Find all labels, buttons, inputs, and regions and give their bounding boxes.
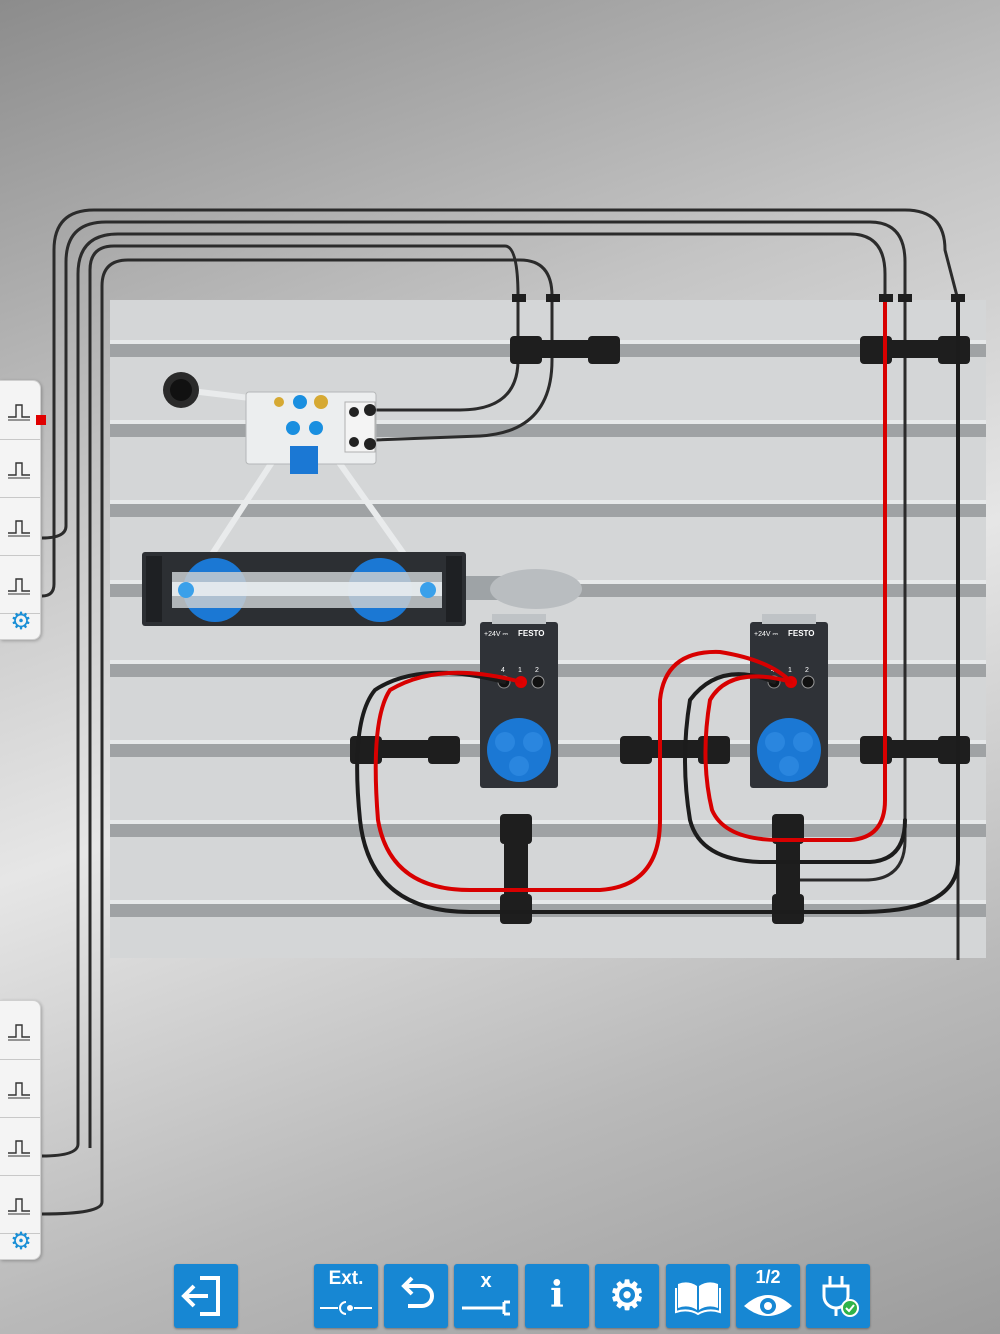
- module-right-voltage: +24V ⎓: [754, 631, 778, 638]
- svg-text:2: 2: [535, 667, 539, 674]
- undo-button[interactable]: [384, 1264, 448, 1328]
- exit-button[interactable]: [174, 1264, 238, 1328]
- air-supply-port[interactable]: [163, 372, 199, 408]
- input-3-icon: [8, 520, 30, 537]
- module-right-brand: FESTO: [788, 629, 815, 638]
- io-panel-top: ⚙: [0, 380, 46, 640]
- module-left-voltage: +24V ⎓: [484, 631, 508, 638]
- gear-icon[interactable]: ⚙: [8, 609, 34, 635]
- sensor-module-right[interactable]: +24V ⎓ FESTO 4 1 2: [750, 614, 828, 788]
- view-toggle-button[interactable]: 1/2: [736, 1264, 800, 1328]
- solenoid-valve[interactable]: [245, 391, 377, 474]
- input-slot-4[interactable]: [0, 555, 40, 614]
- output-1-icon: [8, 1024, 30, 1041]
- info-label: i: [550, 1274, 564, 1316]
- input-slot-1[interactable]: [0, 381, 46, 440]
- module-left-brand: FESTO: [518, 629, 545, 638]
- settings-button[interactable]: ⚙: [595, 1264, 659, 1328]
- plug-check-icon: [822, 1276, 859, 1317]
- delete-button[interactable]: x: [454, 1264, 518, 1328]
- output-slot-4[interactable]: [0, 1175, 40, 1234]
- svg-text:1: 1: [788, 667, 792, 674]
- delete-line-icon: [462, 1300, 510, 1316]
- sensor-module-left[interactable]: +24V ⎓ FESTO 4 1 2: [480, 614, 558, 788]
- output-slot-2[interactable]: [0, 1059, 40, 1118]
- eye-icon: [744, 1295, 792, 1316]
- exit-icon: [181, 1276, 220, 1316]
- input-2-icon: [8, 462, 30, 479]
- output-2-icon: [8, 1082, 30, 1099]
- input-slot-3[interactable]: [0, 497, 40, 556]
- output-4-icon: [8, 1198, 30, 1215]
- book-icon: [675, 1282, 721, 1316]
- input-4-icon: [8, 578, 30, 595]
- output-3-icon: [8, 1140, 30, 1157]
- input-1-icon: [8, 404, 30, 421]
- manual-button[interactable]: [666, 1264, 730, 1328]
- gear-icon: ⚙: [609, 1274, 645, 1318]
- gear-icon[interactable]: ⚙: [8, 1229, 34, 1255]
- output-slot-1[interactable]: [0, 1001, 40, 1060]
- connector-icon: [320, 1301, 372, 1315]
- external-connection-button[interactable]: Ext.: [314, 1264, 378, 1328]
- workspace[interactable]: +24V ⎓ FESTO 4 1 2 +24V ⎓ FESTO 4 1 2: [0, 0, 1000, 1334]
- svg-text:4: 4: [501, 667, 505, 674]
- svg-text:1: 1: [518, 667, 522, 674]
- input-slot-2[interactable]: [0, 439, 40, 498]
- svg-text:2: 2: [805, 667, 809, 674]
- info-button[interactable]: i: [525, 1264, 589, 1328]
- input-1-active-marker: [36, 415, 46, 425]
- io-panel-bottom: ⚙: [0, 1000, 41, 1260]
- power-button[interactable]: [806, 1264, 870, 1328]
- output-slot-3[interactable]: [0, 1117, 40, 1176]
- undo-icon: [401, 1276, 434, 1308]
